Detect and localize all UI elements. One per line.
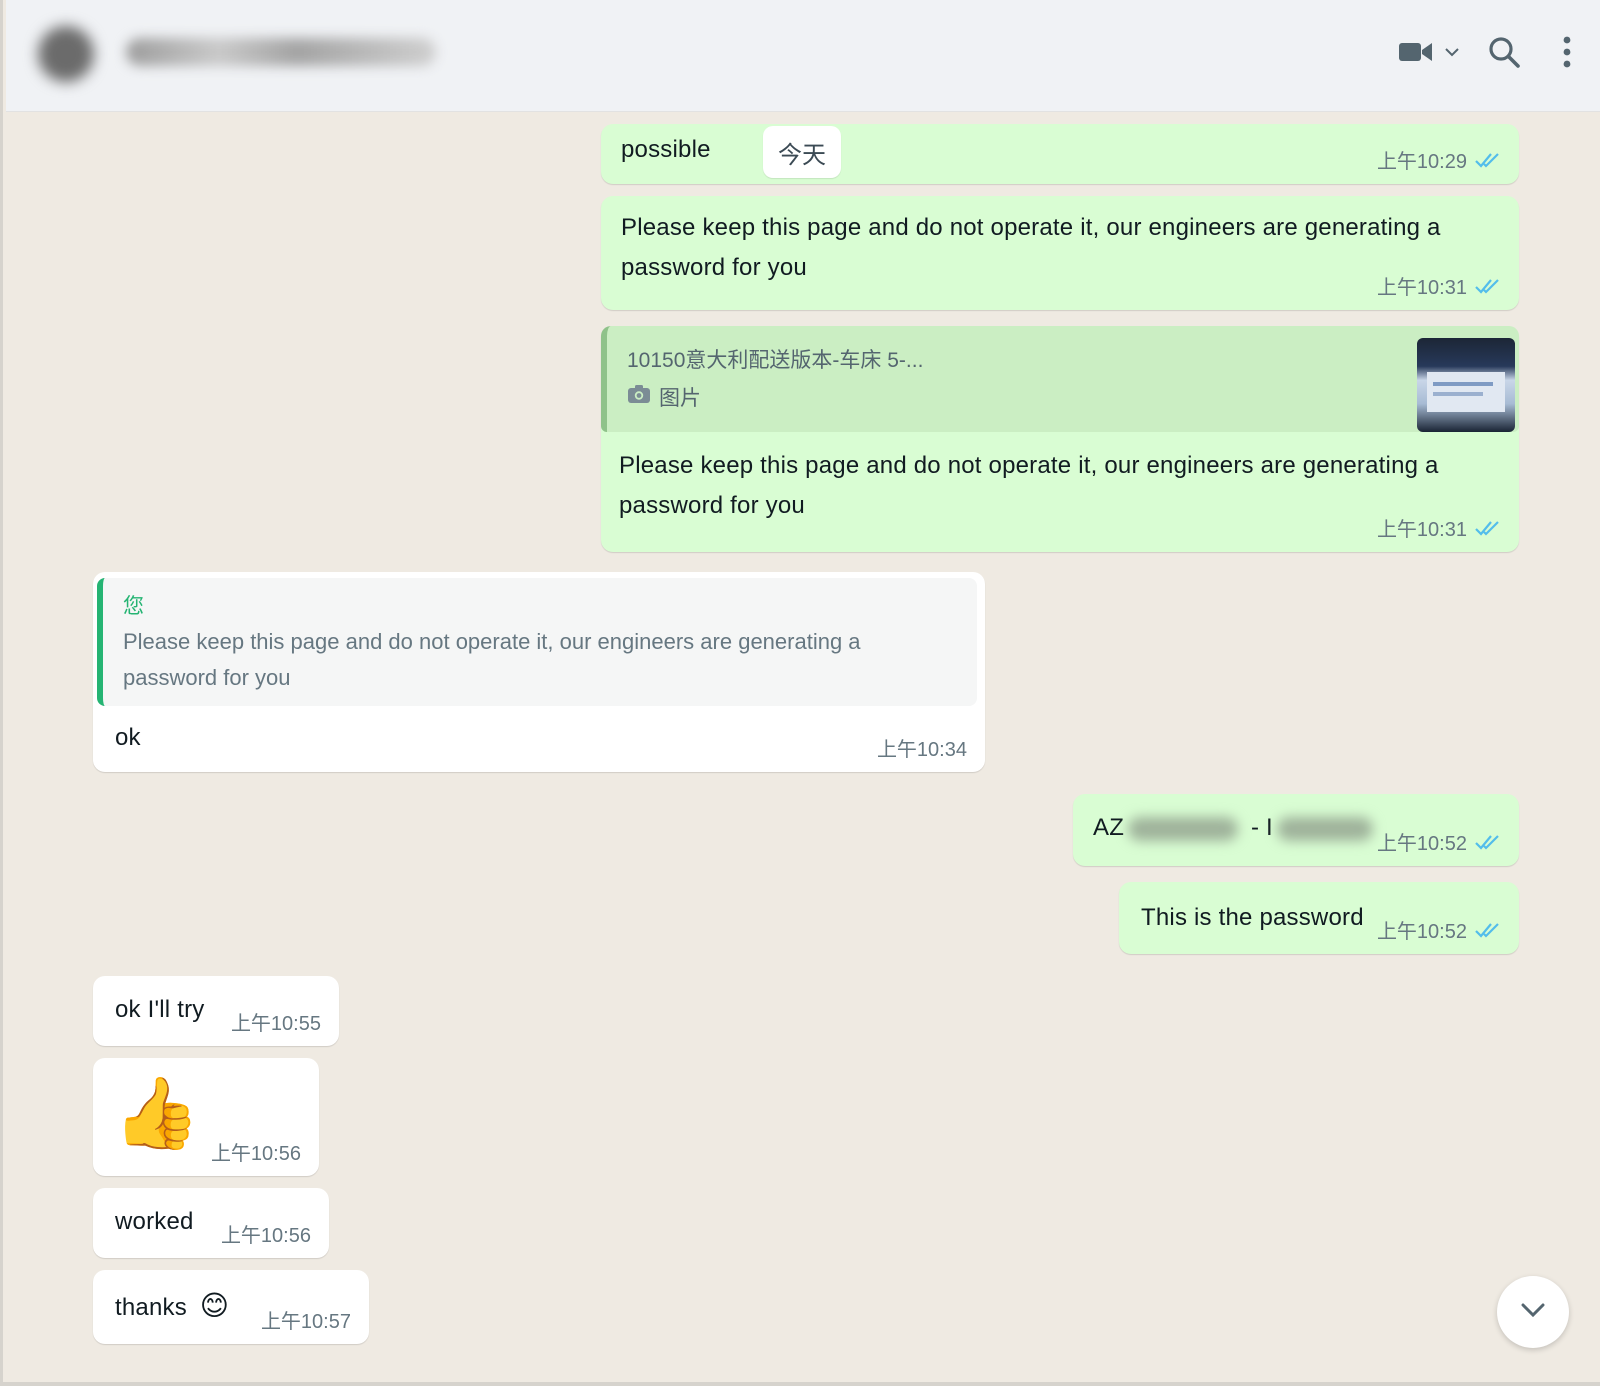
more-vertical-icon: [1563, 36, 1571, 73]
search-button[interactable]: [1484, 34, 1524, 74]
message-text: AZ - I: [1093, 808, 1373, 848]
image-thumbnail[interactable]: [1417, 338, 1515, 432]
message-text: Please keep this page and do not operate…: [621, 214, 1441, 281]
quoted-text: Please keep this page and do not operate…: [123, 629, 861, 690]
message-bubble[interactable]: Please keep this page and do not operate…: [601, 196, 1519, 310]
message-time: 上午10:34: [876, 739, 967, 761]
message-time: 上午10:52: [1376, 921, 1467, 943]
message-time: 上午10:56: [210, 1143, 301, 1165]
read-ticks-icon: [1475, 277, 1501, 295]
message-text: worked: [115, 1208, 194, 1235]
message-meta: 上午10:55: [231, 1007, 321, 1036]
message-meta: 上午10:31: [1377, 513, 1501, 542]
video-call-icon: [1398, 39, 1434, 70]
message-bubble[interactable]: ok I'll try 上午10:55: [93, 976, 339, 1046]
quoted-message[interactable]: 您 Please keep this page and do not opera…: [97, 578, 977, 706]
read-ticks-icon: [1475, 921, 1501, 939]
message-meta: 上午10:31: [1377, 271, 1501, 300]
smile-emoji: 😊: [199, 1290, 230, 1321]
message-bubble[interactable]: AZ - I 上午10:52: [1073, 794, 1519, 866]
message-meta: 上午10:34: [877, 733, 967, 762]
quoted-type-label: 图片: [659, 387, 701, 410]
message-time: 上午10:57: [260, 1311, 351, 1333]
message-time: 上午10:56: [220, 1225, 311, 1247]
message-text-content: thanks: [115, 1294, 187, 1321]
quoted-author: 您: [123, 595, 144, 618]
message-text: Please keep this page and do not operate…: [619, 452, 1439, 519]
message-text: thanks 😊: [115, 1286, 229, 1328]
password-prefix: AZ: [1093, 814, 1125, 841]
message-time: 上午10:55: [230, 1013, 321, 1035]
search-icon: [1487, 35, 1521, 74]
chat-header: ███████ ████ ███: [6, 0, 1600, 112]
avatar[interactable]: [38, 26, 94, 82]
password-separator: -: [1250, 814, 1260, 841]
message-text: This is the password: [1141, 904, 1364, 931]
message-text: possible: [621, 136, 711, 163]
contact-name[interactable]: ███████ ████ ███: [126, 38, 436, 66]
read-ticks-icon: [1475, 833, 1501, 851]
message-meta: 上午10:56: [211, 1137, 301, 1166]
message-bubble[interactable]: possible 上午10:29: [601, 124, 1519, 184]
message-meta: 上午10:56: [221, 1219, 311, 1248]
message-text: ok: [115, 724, 141, 751]
thumbs-up-emoji: 👍: [113, 1074, 201, 1152]
redacted-text: [1276, 816, 1373, 841]
redacted-text: [1128, 816, 1239, 841]
message-meta: 上午10:52: [1377, 915, 1501, 944]
camera-icon: [627, 384, 651, 410]
message-time: 上午10:31: [1376, 277, 1467, 299]
chevron-down-icon: [1519, 1301, 1547, 1324]
read-ticks-icon: [1475, 519, 1501, 537]
quoted-type: 图片: [627, 382, 701, 412]
message-bubble[interactable]: This is the password 上午10:52: [1119, 882, 1519, 954]
message-bubble[interactable]: worked 上午10:56: [93, 1188, 329, 1258]
scroll-to-bottom-button[interactable]: [1497, 1276, 1569, 1348]
quoted-message[interactable]: 10150意大利配送版本-车床 5-... 图片: [601, 326, 1519, 432]
date-chip: 今天: [763, 126, 841, 178]
message-bubble[interactable]: thanks 😊 上午10:57: [93, 1270, 369, 1344]
message-bubble[interactable]: 👍 上午10:56: [93, 1058, 319, 1176]
read-ticks-icon: [1475, 151, 1501, 169]
video-call-button[interactable]: [1394, 34, 1464, 74]
message-meta: 上午10:57: [261, 1305, 351, 1334]
message-time: 上午10:31: [1376, 519, 1467, 541]
message-time: 上午10:52: [1376, 833, 1467, 855]
quoted-title: 10150意大利配送版本-车床 5-...: [627, 349, 924, 372]
chevron-down-icon: [1444, 45, 1460, 63]
menu-button[interactable]: [1552, 34, 1582, 74]
message-text: ok I'll try: [115, 996, 205, 1023]
password-part: I: [1266, 814, 1273, 841]
bottom-border: [3, 1382, 1600, 1386]
message-bubble[interactable]: 您 Please keep this page and do not opera…: [93, 572, 985, 772]
message-meta: 上午10:52: [1377, 827, 1501, 856]
chat-window: ███████ ████ ███ possible 上午10:29: [0, 0, 1600, 1386]
message-bubble[interactable]: 10150意大利配送版本-车床 5-... 图片 Please keep thi…: [601, 326, 1519, 552]
message-time: 上午10:29: [1376, 151, 1467, 173]
message-meta: 上午10:29: [1377, 145, 1501, 174]
